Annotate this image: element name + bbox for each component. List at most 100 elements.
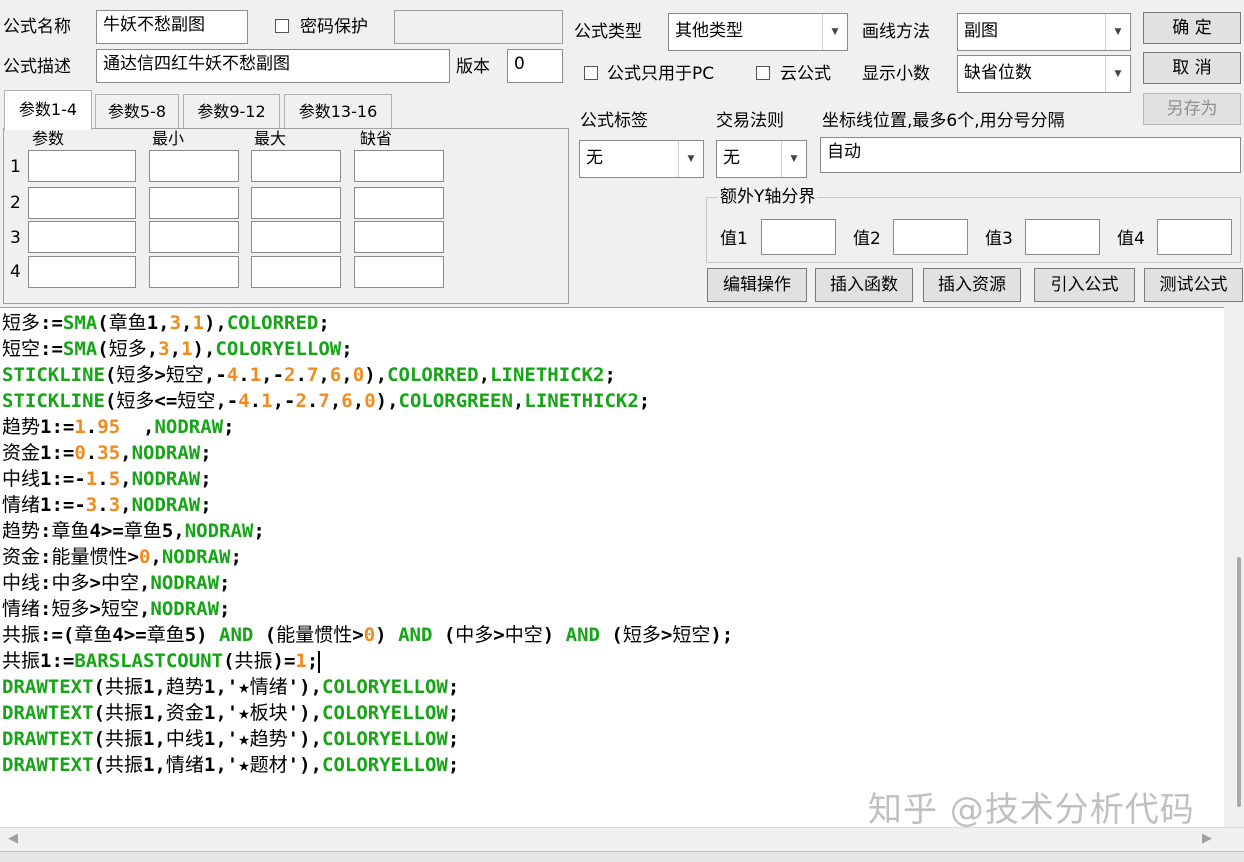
formula-tag-select[interactable]: 无 ▼	[579, 140, 704, 178]
code-token: ),	[192, 338, 216, 360]
chevron-down-icon[interactable]: ▼	[781, 141, 806, 177]
param-4-name-input[interactable]	[28, 256, 136, 288]
code-token: (	[93, 754, 105, 776]
param-4-max-input[interactable]	[251, 256, 341, 288]
tab-params-13-16[interactable]: 参数13-16	[284, 94, 392, 128]
pc-only-checkbox[interactable]	[584, 66, 598, 80]
code-token: 趋势	[2, 416, 41, 438]
param-1-min-input[interactable]	[149, 150, 239, 182]
edit-operation-button[interactable]: 编辑操作	[707, 268, 807, 302]
code-token: 情绪	[2, 598, 41, 620]
code-token: 1,	[142, 702, 166, 724]
password-checkbox[interactable]	[275, 19, 289, 33]
param-4-min-input[interactable]	[149, 256, 239, 288]
param-1-default-input[interactable]	[354, 150, 444, 182]
param-3-default-input[interactable]	[354, 221, 444, 253]
param-4-default-input[interactable]	[354, 256, 444, 288]
code-token: LINETHICK2	[524, 390, 639, 412]
password-input[interactable]	[394, 10, 563, 44]
save-as-button[interactable]: 另存为	[1143, 93, 1241, 125]
code-token: 1,'	[203, 676, 239, 698]
scroll-thumb[interactable]	[1237, 557, 1241, 807]
param-2-name-input[interactable]	[28, 187, 136, 219]
tab-params-1-4[interactable]: 参数1-4	[4, 90, 92, 130]
tab-params-5-8[interactable]: 参数5-8	[95, 94, 179, 128]
scroll-left-icon[interactable]: ◀	[8, 831, 18, 846]
code-token: .	[85, 442, 98, 464]
param-1-max-input[interactable]	[251, 150, 341, 182]
code-token: SMA	[62, 338, 98, 360]
param-1-name-input[interactable]	[28, 150, 136, 182]
param-3-min-input[interactable]	[149, 221, 239, 253]
param-2-min-input[interactable]	[149, 187, 239, 219]
code-token: ,	[512, 390, 525, 412]
code-token: .	[97, 468, 109, 490]
version-input[interactable]: 0	[507, 49, 563, 83]
code-token: :	[40, 572, 52, 594]
cancel-button[interactable]: 取 消	[1143, 52, 1241, 84]
code-token: ;	[200, 442, 212, 464]
y-value-1-label: 值1	[720, 229, 748, 249]
draw-method-value: 副图	[964, 21, 998, 41]
text-caret	[318, 650, 321, 673]
chevron-down-icon[interactable]: ▼	[1105, 56, 1130, 92]
decimal-select[interactable]: 缺省位数 ▼	[957, 55, 1131, 93]
formula-desc-input[interactable]: 通达信四红牛妖不愁副图	[96, 49, 450, 83]
code-token: 情绪	[2, 494, 41, 516]
code-token: (	[97, 312, 109, 334]
y-value-1-input[interactable]	[761, 219, 836, 255]
code-token: 趋势	[2, 520, 41, 542]
code-token: COLORGREEN	[398, 390, 513, 412]
code-token: 1	[85, 468, 98, 490]
code-token: DRAWTEXT	[2, 754, 94, 776]
code-token: :=(	[40, 624, 75, 646]
trade-rule-label: 交易法则	[716, 111, 784, 131]
code-token: >	[154, 364, 166, 386]
import-formula-button[interactable]: 引入公式	[1034, 268, 1135, 302]
trade-rule-value: 无	[723, 148, 740, 168]
code-token: .	[238, 364, 250, 386]
draw-method-select[interactable]: 副图 ▼	[957, 13, 1131, 51]
code-token: 1	[249, 364, 262, 386]
code-token: ;	[253, 520, 265, 542]
scroll-right-icon[interactable]: ▶	[1202, 831, 1212, 846]
test-formula-button[interactable]: 测试公式	[1144, 268, 1243, 302]
code-token: ,-	[203, 364, 227, 386]
code-line: DRAWTEXT(共振1,趋势1,'★情绪'),COLORYELLOW;	[2, 674, 459, 700]
chevron-down-icon[interactable]: ▼	[678, 141, 703, 177]
tab-params-9-12[interactable]: 参数9-12	[183, 94, 280, 128]
trade-rule-select[interactable]: 无 ▼	[716, 140, 807, 178]
code-token: 章鱼	[108, 312, 147, 334]
y-value-4-input[interactable]	[1157, 219, 1232, 255]
chevron-down-icon[interactable]: ▼	[822, 14, 847, 50]
insert-resource-button[interactable]: 插入资源	[923, 268, 1021, 302]
formula-type-value: 其他类型	[675, 21, 743, 41]
y-value-3-input[interactable]	[1025, 219, 1100, 255]
code-token: 2	[284, 364, 296, 386]
param-3-max-input[interactable]	[251, 221, 341, 253]
code-token: 章鱼	[51, 520, 90, 542]
param-2-default-input[interactable]	[354, 187, 444, 219]
code-token: ,	[146, 338, 159, 360]
password-label: 密码保护	[300, 17, 368, 37]
ok-button[interactable]: 确 定	[1143, 12, 1241, 44]
code-token: ,	[341, 364, 353, 386]
y-value-2-input[interactable]	[893, 219, 968, 255]
code-line: 短多:=SMA(章鱼1,3,1),COLORRED;	[2, 310, 330, 336]
coord-line-input[interactable]: 自动	[820, 137, 1241, 173]
param-2-max-input[interactable]	[251, 187, 341, 219]
cloud-formula-checkbox[interactable]	[756, 66, 770, 80]
insert-function-button[interactable]: 插入函数	[815, 268, 913, 302]
formula-name-input[interactable]: 牛妖不愁副图	[96, 10, 248, 44]
watermark: 知乎 @技术分析代码	[868, 790, 1195, 830]
formula-type-select[interactable]: 其他类型 ▼	[668, 13, 848, 51]
formula-code-editor[interactable]: 短多:=SMA(章鱼1,3,1),COLORRED; 短空:=SMA(短多,3,1…	[0, 307, 1224, 828]
param-3-name-input[interactable]	[28, 221, 136, 253]
code-token: ,-	[215, 390, 239, 412]
draw-method-label: 画线方法	[862, 22, 930, 42]
chevron-down-icon[interactable]: ▼	[1105, 14, 1130, 50]
code-token: 3	[108, 494, 121, 516]
vertical-scrollbar[interactable]	[1224, 307, 1244, 827]
code-token: 2	[295, 390, 307, 412]
code-token: ,	[478, 364, 491, 386]
